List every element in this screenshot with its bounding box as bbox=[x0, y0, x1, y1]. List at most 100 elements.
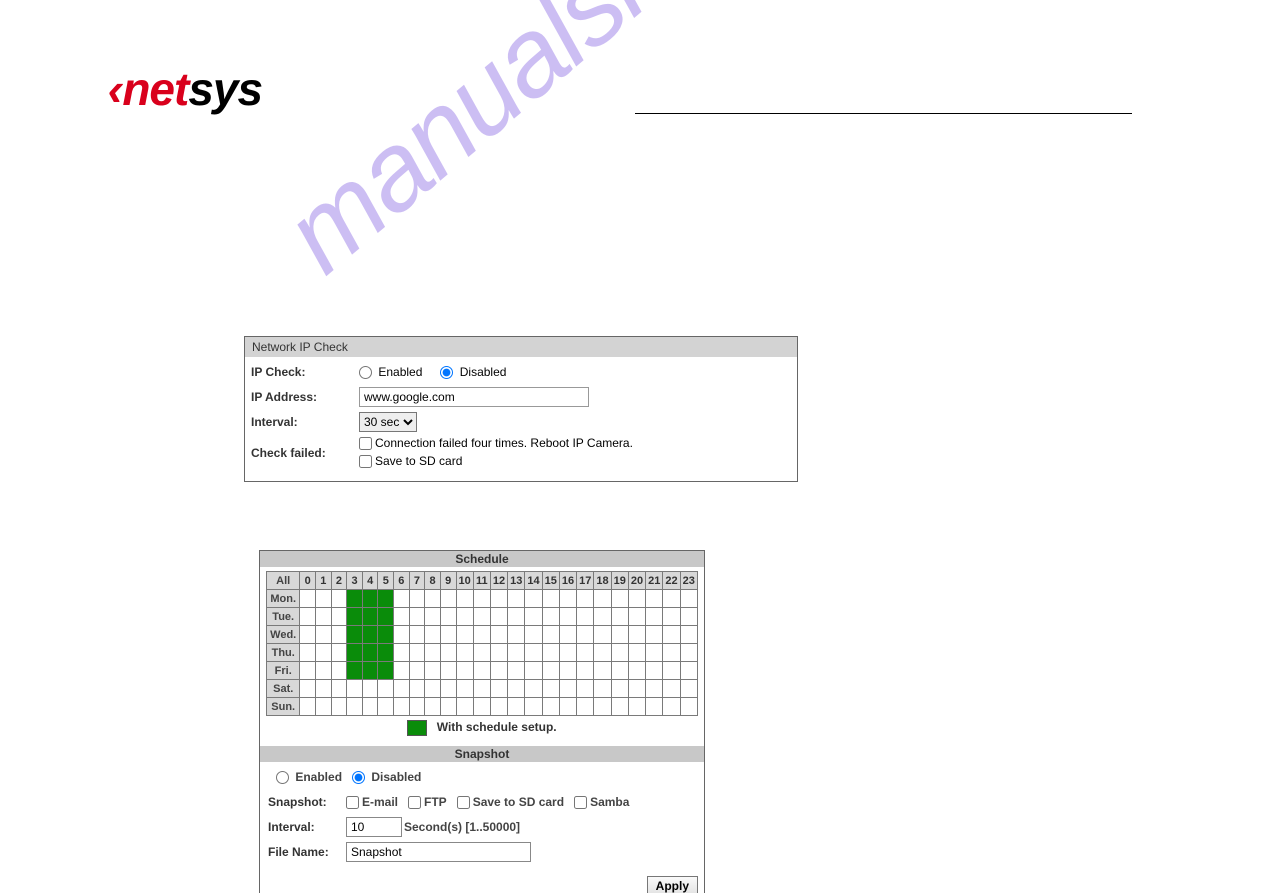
schedule-cell[interactable] bbox=[525, 608, 542, 626]
schedule-hour-header[interactable]: 8 bbox=[425, 572, 441, 590]
schedule-cell[interactable] bbox=[646, 644, 663, 662]
schedule-cell[interactable] bbox=[577, 590, 594, 608]
schedule-cell[interactable] bbox=[378, 662, 394, 680]
schedule-cell[interactable] bbox=[628, 698, 645, 716]
schedule-cell[interactable] bbox=[508, 680, 525, 698]
schedule-hour-header[interactable]: 22 bbox=[663, 572, 680, 590]
snapshot-email-checkbox[interactable] bbox=[346, 796, 359, 809]
schedule-day-header[interactable]: Wed. bbox=[267, 626, 300, 644]
schedule-cell[interactable] bbox=[490, 662, 507, 680]
schedule-day-header[interactable]: Fri. bbox=[267, 662, 300, 680]
schedule-cell[interactable] bbox=[594, 626, 611, 644]
schedule-cell[interactable] bbox=[378, 626, 394, 644]
schedule-hour-header[interactable]: 13 bbox=[508, 572, 525, 590]
schedule-cell[interactable] bbox=[542, 608, 559, 626]
schedule-cell[interactable] bbox=[525, 680, 542, 698]
schedule-cell[interactable] bbox=[525, 626, 542, 644]
snapshot-interval-input[interactable] bbox=[346, 817, 402, 837]
schedule-cell[interactable] bbox=[409, 644, 425, 662]
schedule-grid[interactable]: All0123456789101112131415161718192021222… bbox=[266, 571, 698, 716]
schedule-cell[interactable] bbox=[594, 680, 611, 698]
snapshot-samba-checkbox[interactable] bbox=[574, 796, 587, 809]
schedule-cell[interactable] bbox=[316, 680, 332, 698]
schedule-cell[interactable] bbox=[680, 698, 697, 716]
schedule-all-header[interactable]: All bbox=[267, 572, 300, 590]
schedule-cell[interactable] bbox=[473, 644, 490, 662]
interval-select[interactable]: 30 sec bbox=[359, 412, 417, 432]
schedule-cell[interactable] bbox=[300, 680, 316, 698]
schedule-cell[interactable] bbox=[440, 662, 456, 680]
schedule-cell[interactable] bbox=[331, 608, 347, 626]
schedule-hour-header[interactable]: 15 bbox=[542, 572, 559, 590]
schedule-cell[interactable] bbox=[646, 608, 663, 626]
schedule-cell[interactable] bbox=[611, 590, 628, 608]
schedule-cell[interactable] bbox=[490, 626, 507, 644]
schedule-cell[interactable] bbox=[394, 590, 410, 608]
schedule-cell[interactable] bbox=[542, 644, 559, 662]
schedule-hour-header[interactable]: 10 bbox=[456, 572, 473, 590]
check-failed-sd-checkbox[interactable] bbox=[359, 455, 372, 468]
schedule-cell[interactable] bbox=[300, 608, 316, 626]
schedule-hour-header[interactable]: 19 bbox=[611, 572, 628, 590]
schedule-cell[interactable] bbox=[300, 590, 316, 608]
schedule-cell[interactable] bbox=[425, 590, 441, 608]
schedule-cell[interactable] bbox=[440, 680, 456, 698]
schedule-cell[interactable] bbox=[316, 608, 332, 626]
schedule-cell[interactable] bbox=[362, 590, 378, 608]
schedule-hour-header[interactable]: 17 bbox=[577, 572, 594, 590]
schedule-hour-header[interactable]: 18 bbox=[594, 572, 611, 590]
schedule-cell[interactable] bbox=[473, 626, 490, 644]
schedule-cell[interactable] bbox=[425, 680, 441, 698]
schedule-cell[interactable] bbox=[525, 662, 542, 680]
schedule-cell[interactable] bbox=[316, 626, 332, 644]
schedule-cell[interactable] bbox=[508, 644, 525, 662]
schedule-cell[interactable] bbox=[456, 644, 473, 662]
schedule-cell[interactable] bbox=[680, 644, 697, 662]
schedule-cell[interactable] bbox=[611, 662, 628, 680]
schedule-day-header[interactable]: Mon. bbox=[267, 590, 300, 608]
schedule-cell[interactable] bbox=[378, 698, 394, 716]
schedule-cell[interactable] bbox=[577, 644, 594, 662]
schedule-cell[interactable] bbox=[440, 644, 456, 662]
schedule-cell[interactable] bbox=[300, 644, 316, 662]
schedule-cell[interactable] bbox=[378, 680, 394, 698]
schedule-day-header[interactable]: Thu. bbox=[267, 644, 300, 662]
schedule-cell[interactable] bbox=[362, 626, 378, 644]
schedule-day-header[interactable]: Tue. bbox=[267, 608, 300, 626]
schedule-cell[interactable] bbox=[628, 608, 645, 626]
schedule-cell[interactable] bbox=[542, 590, 559, 608]
schedule-cell[interactable] bbox=[559, 626, 576, 644]
schedule-hour-header[interactable]: 6 bbox=[394, 572, 410, 590]
schedule-cell[interactable] bbox=[440, 590, 456, 608]
schedule-cell[interactable] bbox=[663, 698, 680, 716]
schedule-cell[interactable] bbox=[473, 662, 490, 680]
schedule-hour-header[interactable]: 0 bbox=[300, 572, 316, 590]
schedule-cell[interactable] bbox=[577, 626, 594, 644]
schedule-cell[interactable] bbox=[300, 698, 316, 716]
schedule-cell[interactable] bbox=[456, 698, 473, 716]
schedule-cell[interactable] bbox=[394, 698, 410, 716]
schedule-cell[interactable] bbox=[473, 608, 490, 626]
schedule-cell[interactable] bbox=[300, 626, 316, 644]
schedule-cell[interactable] bbox=[409, 698, 425, 716]
schedule-cell[interactable] bbox=[490, 608, 507, 626]
schedule-cell[interactable] bbox=[440, 698, 456, 716]
schedule-cell[interactable] bbox=[425, 608, 441, 626]
schedule-cell[interactable] bbox=[394, 644, 410, 662]
schedule-cell[interactable] bbox=[394, 626, 410, 644]
schedule-cell[interactable] bbox=[473, 590, 490, 608]
schedule-cell[interactable] bbox=[628, 680, 645, 698]
schedule-hour-header[interactable]: 9 bbox=[440, 572, 456, 590]
schedule-cell[interactable] bbox=[577, 662, 594, 680]
schedule-cell[interactable] bbox=[508, 662, 525, 680]
schedule-cell[interactable] bbox=[525, 590, 542, 608]
schedule-cell[interactable] bbox=[347, 662, 363, 680]
schedule-cell[interactable] bbox=[362, 662, 378, 680]
schedule-cell[interactable] bbox=[594, 644, 611, 662]
snapshot-ftp-checkbox[interactable] bbox=[408, 796, 421, 809]
schedule-day-header[interactable]: Sun. bbox=[267, 698, 300, 716]
schedule-cell[interactable] bbox=[409, 626, 425, 644]
schedule-cell[interactable] bbox=[490, 590, 507, 608]
schedule-cell[interactable] bbox=[331, 644, 347, 662]
schedule-cell[interactable] bbox=[490, 698, 507, 716]
